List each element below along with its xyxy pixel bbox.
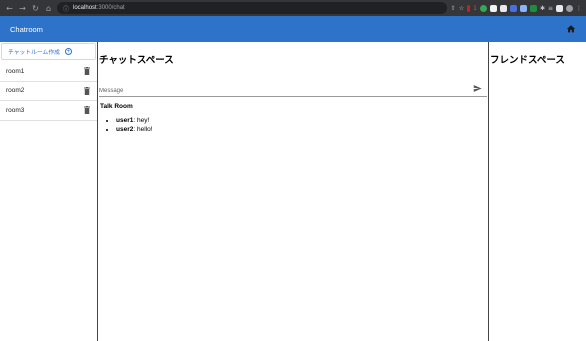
message-user: user2 xyxy=(116,125,134,133)
forward-arrow-icon[interactable]: → xyxy=(16,0,29,16)
home-icon[interactable] xyxy=(566,24,576,34)
address-bar[interactable]: ⓘ localhost:3000/chat xyxy=(57,2,447,14)
message-user: user1 xyxy=(116,117,134,124)
extension-check-icon[interactable] xyxy=(529,4,537,12)
extension-photo-icon[interactable] xyxy=(519,4,527,12)
extension-green-icon[interactable] xyxy=(479,4,487,12)
add-circle-icon: + xyxy=(64,48,72,55)
extensions-puzzle-icon[interactable]: ✱ xyxy=(540,5,545,12)
bookmark-star-icon[interactable]: ☆ xyxy=(459,5,464,12)
app-title: Chatroom xyxy=(10,24,43,34)
room-name: room1 xyxy=(6,67,25,75)
message-text: hey! xyxy=(136,117,150,124)
avatar[interactable] xyxy=(566,4,573,12)
home-browser-icon[interactable]: ⌂ xyxy=(42,0,55,16)
back-arrow-icon[interactable]: ← xyxy=(3,0,16,16)
extension-icons: ⇧ ☆ 1 ✱ ≡ ⋮ xyxy=(451,3,582,13)
friend-space: フレンドスペース xyxy=(489,42,586,341)
browser-toolbar: ← → ↻ ⌂ ⓘ localhost:3000/chat ⇧ ☆ 1 ✱ ≡ … xyxy=(0,0,586,16)
reload-icon[interactable]: ↻ xyxy=(29,0,42,16)
menu-kebab-icon[interactable]: ⋮ xyxy=(576,5,582,12)
delete-trash-icon[interactable] xyxy=(84,106,90,115)
talk-room-title: Talk Room xyxy=(100,103,133,110)
main-area: チャットルーム作成 + room1 room2 room3 チャットスペース T… xyxy=(0,42,586,341)
profile-sort-icon[interactable]: ≡ xyxy=(548,5,553,12)
message-input[interactable] xyxy=(99,83,469,99)
extension-red-icon[interactable] xyxy=(467,4,471,12)
info-icon: ⓘ xyxy=(63,5,70,13)
message-item: user2: hello! xyxy=(116,126,153,135)
delete-trash-icon[interactable] xyxy=(84,86,90,95)
message-item: user1: hey! xyxy=(116,117,153,126)
create-room-button[interactable]: チャットルーム作成 + xyxy=(1,43,96,60)
room-name: room2 xyxy=(6,87,25,95)
message-field xyxy=(99,79,487,99)
extension-white-icon[interactable] xyxy=(489,4,497,12)
delete-trash-icon[interactable] xyxy=(84,67,90,76)
chat-space-heading: チャットスペース xyxy=(99,55,174,66)
extension-blue-icon[interactable] xyxy=(509,4,517,12)
room-item[interactable]: room2 xyxy=(0,82,97,101)
room-list: room1 room2 room3 xyxy=(0,62,97,121)
room-name: room3 xyxy=(6,106,25,114)
sidepanel-icon[interactable] xyxy=(556,4,563,12)
app-header: Chatroom xyxy=(0,16,586,42)
url-path: :3000/chat xyxy=(96,5,125,11)
room-item[interactable]: room3 xyxy=(0,101,97,121)
message-list: user1: hey! user2: hello! xyxy=(116,117,153,134)
extension-box-icon[interactable] xyxy=(499,4,507,12)
message-text: hello! xyxy=(136,125,153,133)
send-icon[interactable] xyxy=(473,84,482,93)
extension-badge[interactable]: 1 xyxy=(473,5,477,12)
friend-space-heading: フレンドスペース xyxy=(490,55,565,66)
room-sidebar: チャットルーム作成 + room1 room2 room3 xyxy=(0,42,98,341)
room-item[interactable]: room1 xyxy=(0,62,97,82)
create-room-label: チャットルーム作成 xyxy=(8,50,60,56)
share-icon[interactable]: ⇧ xyxy=(451,5,456,12)
url-host: localhost xyxy=(73,5,97,11)
chat-space: チャットスペース Talk Room user1: hey! user2: he… xyxy=(98,42,489,341)
